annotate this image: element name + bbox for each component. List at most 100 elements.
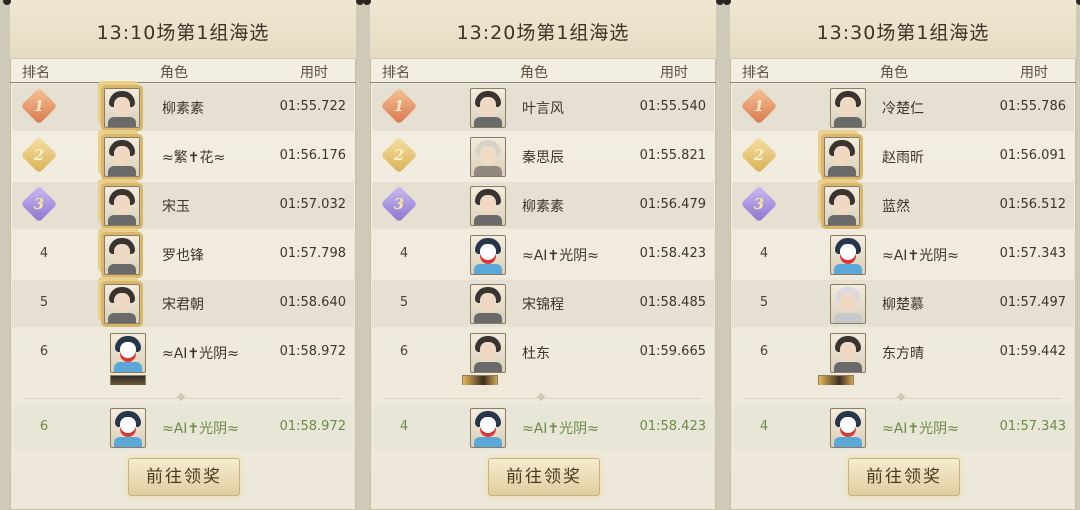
player-name: 东方晴 bbox=[882, 346, 924, 362]
finish-time: 01:56.479 bbox=[639, 197, 706, 212]
panel-header: 13:30场第1组海选 bbox=[730, 0, 1076, 59]
male-portrait-icon bbox=[470, 333, 506, 373]
claim-reward-button[interactable]: 前往领奖 bbox=[128, 458, 240, 496]
my-rank-row: 6 ≈AI✝光阴≈ 01:58.972 bbox=[12, 404, 354, 450]
my-player-name: ≈AI✝光阴≈ bbox=[882, 421, 959, 437]
leaderboard-panel-1330: 13:30场第1组海选 排名 角色 用时 1 冷楚仁 01:55.786 2 赵雨昕 01:56.… bbox=[730, 0, 1076, 510]
male-portrait-icon bbox=[470, 284, 506, 324]
table-row[interactable]: 5 柳楚慕 01:57.497 bbox=[732, 280, 1074, 327]
time-column-header: 用时 bbox=[1020, 65, 1048, 81]
table-row[interactable]: 6 东方晴 01:59.442 bbox=[732, 329, 1074, 376]
female-portrait-icon bbox=[104, 186, 140, 226]
player-name: 宋玉 bbox=[162, 199, 190, 215]
rank-3-medal-icon: 3 bbox=[380, 185, 418, 223]
player-name: 秦思辰 bbox=[522, 150, 564, 166]
player-name: 叶言风 bbox=[522, 101, 564, 117]
medal-number: 3 bbox=[393, 195, 405, 213]
my-rank-row: 4 ≈AI✝光阴≈ 01:57.343 bbox=[732, 404, 1074, 450]
medal-number: 2 bbox=[33, 146, 45, 164]
table-row[interactable]: 3 蓝然 01:56.512 bbox=[732, 182, 1074, 229]
player-name: 柳素素 bbox=[162, 101, 204, 117]
rank-3-medal-icon: 3 bbox=[20, 185, 58, 223]
finish-time: 01:57.032 bbox=[279, 197, 346, 212]
player-name: 冷楚仁 bbox=[882, 101, 924, 117]
my-rank-row: 4 ≈AI✝光阴≈ 01:58.423 bbox=[372, 404, 714, 450]
column-header-row: 排名 角色 用时 bbox=[730, 60, 1076, 83]
table-row[interactable]: 3 柳素素 01:56.479 bbox=[372, 182, 714, 229]
table-row[interactable]: 6 ≈AI✝光阴≈ 01:58.972 bbox=[12, 329, 354, 376]
table-row[interactable]: 4 罗也锋 01:57.798 bbox=[12, 231, 354, 278]
rank-3-medal-icon: 3 bbox=[740, 185, 778, 223]
table-row[interactable]: 2 秦思辰 01:55.821 bbox=[372, 133, 714, 180]
rank-1-medal-icon: 1 bbox=[740, 87, 778, 125]
table-row[interactable]: 5 宋君朝 01:58.640 bbox=[12, 280, 354, 327]
table-row[interactable]: 5 宋锦程 01:58.485 bbox=[372, 280, 714, 327]
male-portrait-icon bbox=[470, 88, 506, 128]
session-title: 13:20场第1组海选 bbox=[456, 22, 630, 44]
medal-number: 1 bbox=[393, 97, 405, 115]
rank-number: 5 bbox=[399, 295, 409, 310]
medal-number: 2 bbox=[393, 146, 405, 164]
my-player-name: ≈AI✝光阴≈ bbox=[162, 421, 239, 437]
finish-time: 01:58.485 bbox=[639, 295, 706, 310]
my-finish-time: 01:58.423 bbox=[639, 419, 706, 434]
finish-time: 01:55.540 bbox=[639, 99, 706, 114]
finish-time: 01:57.798 bbox=[279, 246, 346, 261]
my-finish-time: 01:57.343 bbox=[999, 419, 1066, 434]
medal-number: 3 bbox=[33, 195, 45, 213]
player-name: 柳素素 bbox=[522, 199, 564, 215]
opera-mask-portrait-icon bbox=[830, 408, 866, 448]
partially-visible-avatar bbox=[110, 375, 146, 385]
table-row[interactable]: 2 ≈繁✝花≈ 01:56.176 bbox=[12, 133, 354, 180]
finish-time: 01:56.091 bbox=[999, 148, 1066, 163]
role-column-header: 角色 bbox=[160, 65, 188, 81]
table-row[interactable]: 4 ≈AI✝光阴≈ 01:57.343 bbox=[732, 231, 1074, 278]
finish-time: 01:57.497 bbox=[999, 295, 1066, 310]
rank-number: 5 bbox=[39, 295, 49, 310]
medal-number: 1 bbox=[33, 97, 45, 115]
player-name: ≈AI✝光阴≈ bbox=[882, 248, 959, 264]
opera-mask-portrait-icon bbox=[110, 333, 146, 373]
finish-time: 01:55.722 bbox=[279, 99, 346, 114]
table-row[interactable]: 1 冷楚仁 01:55.786 bbox=[732, 84, 1074, 131]
my-player-name: ≈AI✝光阴≈ bbox=[522, 421, 599, 437]
claim-reward-button[interactable]: 前往领奖 bbox=[488, 458, 600, 496]
finish-time: 01:59.665 bbox=[639, 344, 706, 359]
table-row[interactable]: 1 柳素素 01:55.722 bbox=[12, 84, 354, 131]
my-rank-number: 4 bbox=[759, 419, 769, 434]
rank-number: 4 bbox=[39, 246, 49, 261]
claim-reward-button[interactable]: 前往领奖 bbox=[848, 458, 960, 496]
male-portrait-icon bbox=[824, 186, 860, 226]
rank-number: 6 bbox=[399, 344, 409, 359]
rank-1-medal-icon: 1 bbox=[380, 87, 418, 125]
female-portrait-icon bbox=[830, 88, 866, 128]
table-row[interactable]: 2 赵雨昕 01:56.091 bbox=[732, 133, 1074, 180]
player-name: ≈AI✝光阴≈ bbox=[522, 248, 599, 264]
my-rank-number: 6 bbox=[39, 419, 49, 434]
female-portrait-icon bbox=[104, 88, 140, 128]
player-name: 赵雨昕 bbox=[882, 150, 924, 166]
rank-2-medal-icon: 2 bbox=[740, 136, 778, 174]
time-column-header: 用时 bbox=[300, 65, 328, 81]
female-portrait-icon bbox=[470, 186, 506, 226]
rank-number: 5 bbox=[759, 295, 769, 310]
finish-time: 01:55.821 bbox=[639, 148, 706, 163]
female-portrait-icon bbox=[830, 333, 866, 373]
divider-ornament-icon bbox=[536, 392, 546, 402]
rank-number: 4 bbox=[399, 246, 409, 261]
male-portrait-icon bbox=[104, 235, 140, 275]
table-row[interactable]: 6 杜东 01:59.665 bbox=[372, 329, 714, 376]
finish-time: 01:58.972 bbox=[279, 344, 346, 359]
opera-mask-portrait-icon bbox=[470, 408, 506, 448]
player-name: 蓝然 bbox=[882, 199, 910, 215]
table-row[interactable]: 3 宋玉 01:57.032 bbox=[12, 182, 354, 229]
male-portrait-icon bbox=[104, 284, 140, 324]
finish-time: 01:56.512 bbox=[999, 197, 1066, 212]
rank-number: 6 bbox=[759, 344, 769, 359]
opera-mask-portrait-icon bbox=[470, 235, 506, 275]
player-name: ≈繁✝花≈ bbox=[162, 150, 226, 166]
rank-2-medal-icon: 2 bbox=[20, 136, 58, 174]
table-row[interactable]: 1 叶言风 01:55.540 bbox=[372, 84, 714, 131]
medal-number: 3 bbox=[753, 195, 765, 213]
table-row[interactable]: 4 ≈AI✝光阴≈ 01:58.423 bbox=[372, 231, 714, 278]
